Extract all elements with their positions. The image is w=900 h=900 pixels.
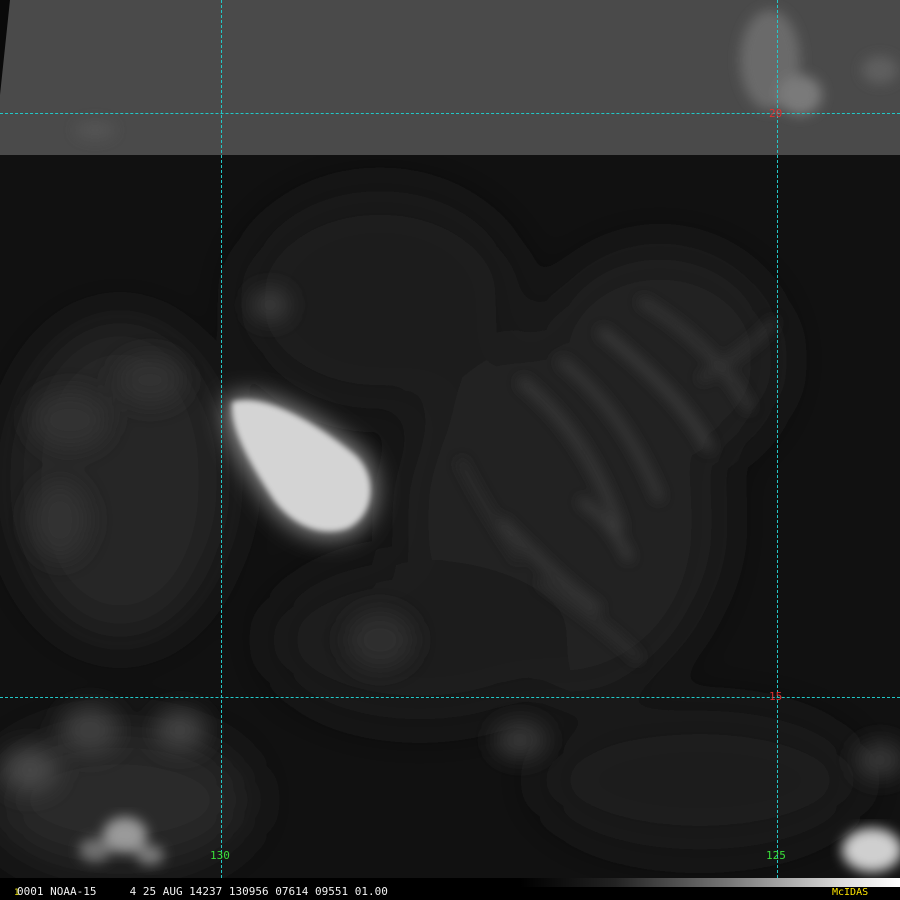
gray-scale-bar	[520, 878, 900, 887]
longitude-line-east	[777, 0, 778, 878]
satellite-image-viewer: 20 15 130 125 1 0001 NOAA-15 4 25 AUG 14…	[0, 0, 900, 900]
image-info-line: 0001 NOAA-15 4 25 AUG 14237 130956 07614…	[17, 885, 388, 898]
mcidas-logo: McIDAS	[832, 887, 869, 898]
satellite-ir-image	[0, 0, 900, 878]
longitude-line-west	[221, 0, 222, 878]
latitude-line-north	[0, 113, 900, 114]
bright-cloud-cell-se	[842, 828, 900, 872]
latitude-label-north: 20	[769, 107, 783, 120]
longitude-label-west: 130	[210, 849, 230, 862]
longitude-label-east: 125	[766, 849, 786, 862]
latitude-label-south: 15	[769, 690, 783, 703]
latitude-line-south	[0, 697, 900, 698]
